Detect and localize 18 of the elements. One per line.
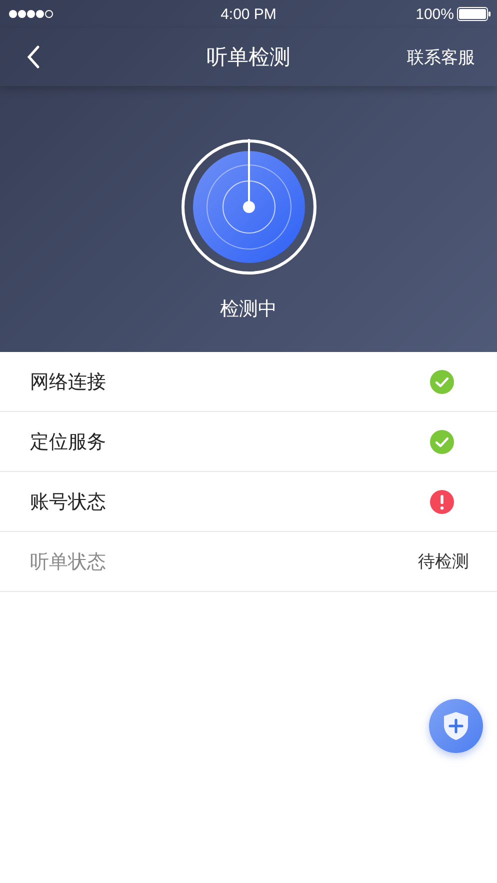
signal-icon — [8, 9, 54, 19]
check-icon — [430, 430, 454, 454]
shield-add-button[interactable] — [429, 699, 483, 753]
check-value: 待检测 — [418, 551, 469, 573]
battery-icon — [457, 7, 491, 21]
check-label: 听单状态 — [30, 550, 106, 574]
scan-status: 检测中 — [220, 297, 277, 322]
check-label: 账号状态 — [30, 490, 106, 514]
battery-percent: 100% — [416, 6, 454, 22]
contact-service-link[interactable]: 联系客服 — [407, 46, 475, 68]
check-label: 网络连接 — [30, 370, 106, 394]
page-title: 听单检测 — [206, 44, 290, 71]
radar-icon — [180, 138, 318, 276]
status-time: 4:00 PM — [220, 6, 276, 22]
check-label: 定位服务 — [30, 430, 106, 454]
check-icon — [430, 370, 454, 394]
shield-plus-icon — [443, 711, 469, 741]
alert-icon — [430, 490, 454, 514]
